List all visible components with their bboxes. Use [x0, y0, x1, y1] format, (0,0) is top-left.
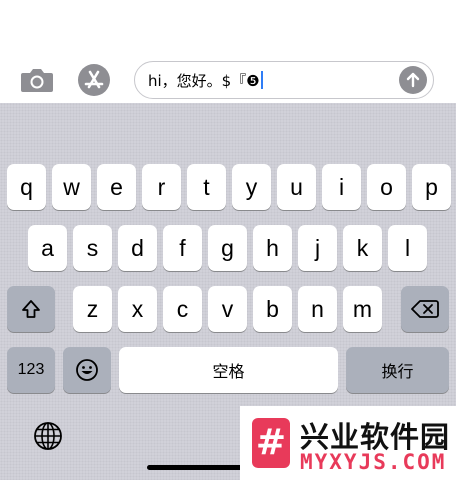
- key-l[interactable]: l: [388, 225, 427, 271]
- watermark-subtitle: MYXYJS.COM: [300, 450, 447, 474]
- numbers-key[interactable]: 123: [7, 347, 55, 393]
- delete-key[interactable]: [401, 286, 449, 332]
- key-s[interactable]: s: [73, 225, 112, 271]
- key-w[interactable]: w: [52, 164, 91, 210]
- key-o[interactable]: o: [367, 164, 406, 210]
- key-a[interactable]: a: [28, 225, 67, 271]
- globe-icon[interactable]: [32, 420, 64, 452]
- send-button[interactable]: [399, 66, 427, 94]
- arrow-up-icon: [406, 72, 420, 88]
- message-input-text: hi，您好。$『❺: [148, 72, 260, 90]
- key-t[interactable]: t: [187, 164, 226, 210]
- camera-button[interactable]: [19, 62, 55, 98]
- space-key[interactable]: 空格: [119, 347, 338, 393]
- key-h[interactable]: h: [253, 225, 292, 271]
- emoji-key[interactable]: [63, 347, 111, 393]
- key-v[interactable]: v: [208, 286, 247, 332]
- watermark: # 兴业软件园 MYXYJS.COM: [240, 406, 456, 480]
- emoji-icon: [76, 359, 98, 381]
- return-key[interactable]: 换行: [346, 347, 449, 393]
- key-c[interactable]: c: [163, 286, 202, 332]
- key-z[interactable]: z: [73, 286, 112, 332]
- key-x[interactable]: x: [118, 286, 157, 332]
- message-toolbar: hi，您好。$『❺: [0, 0, 456, 103]
- app-store-icon: [78, 64, 110, 96]
- camera-icon: [21, 69, 53, 92]
- key-k[interactable]: k: [343, 225, 382, 271]
- shift-key[interactable]: [7, 286, 55, 332]
- key-u[interactable]: u: [277, 164, 316, 210]
- app-store-button[interactable]: [76, 62, 112, 98]
- key-f[interactable]: f: [163, 225, 202, 271]
- key-y[interactable]: y: [232, 164, 271, 210]
- backspace-icon: [411, 300, 439, 318]
- key-i[interactable]: i: [322, 164, 361, 210]
- key-m[interactable]: m: [343, 286, 382, 332]
- message-input[interactable]: hi，您好。$『❺: [134, 61, 434, 99]
- key-r[interactable]: r: [142, 164, 181, 210]
- key-p[interactable]: p: [412, 164, 451, 210]
- key-j[interactable]: j: [298, 225, 337, 271]
- text-caret: [260, 71, 263, 89]
- key-b[interactable]: b: [253, 286, 292, 332]
- key-d[interactable]: d: [118, 225, 157, 271]
- key-e[interactable]: e: [97, 164, 136, 210]
- key-n[interactable]: n: [298, 286, 337, 332]
- watermark-logo: #: [252, 418, 290, 468]
- shift-icon: [22, 300, 40, 318]
- key-q[interactable]: q: [7, 164, 46, 210]
- key-g[interactable]: g: [208, 225, 247, 271]
